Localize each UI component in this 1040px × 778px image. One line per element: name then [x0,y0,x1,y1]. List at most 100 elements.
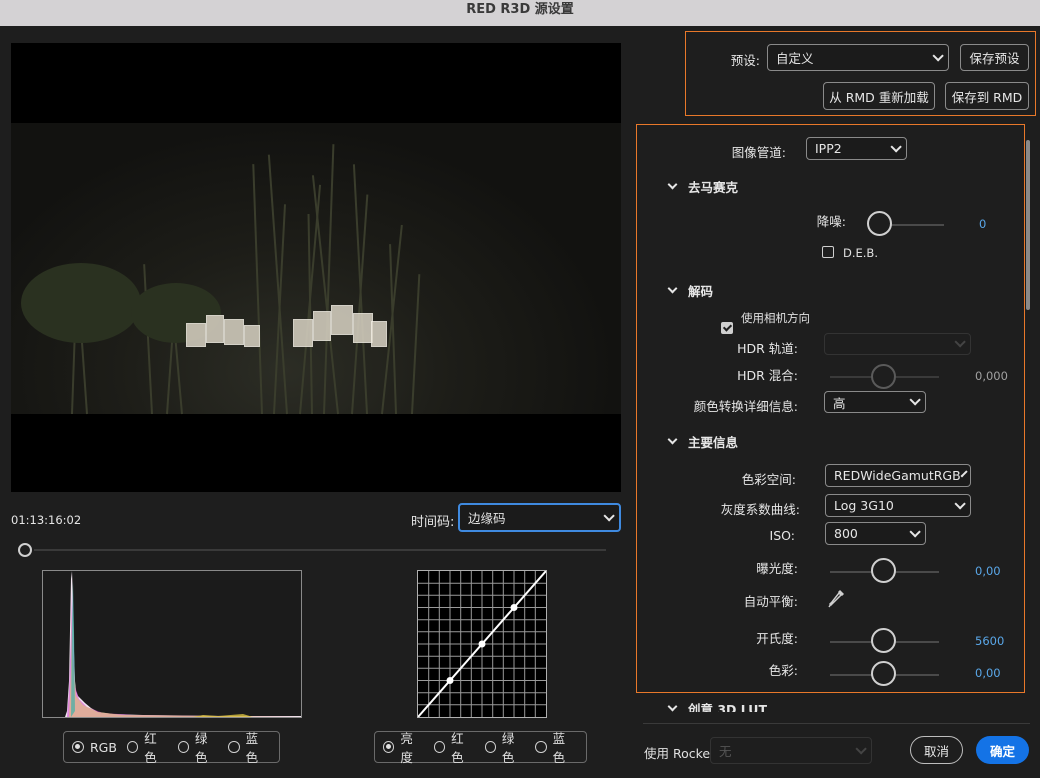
timeline-scrubber-handle[interactable] [18,543,32,557]
camera-orientation-checkbox[interactable] [721,322,733,334]
exposure-slider-handle[interactable] [871,558,896,583]
chevron-down-icon [603,509,615,522]
timecode-mode-label: 时间码: [411,515,455,530]
hdr-track-dropdown[interactable] [824,333,971,355]
auto-balance-label: 自动平衡: [743,594,798,609]
chevron-down-icon [909,394,921,406]
chevron-down-icon [954,497,966,510]
hdr-blend-value: 0,000 [975,369,1008,383]
exposure-value[interactable]: 0,00 [975,564,1001,578]
timecode-mode-value: 边缘码 [468,511,506,526]
rocket-dropdown[interactable]: 无 [710,737,872,764]
curve-channel-luma[interactable]: 亮度 [383,728,424,766]
tint-slider-handle[interactable] [871,661,896,686]
pipeline-value: IPP2 [815,141,842,156]
video-preview [11,43,621,492]
deb-label: D.E.B. [843,246,878,260]
colorspace-label: 色彩空间: [741,472,796,487]
preset-label: 预设: [730,53,760,68]
colorspace-value: REDWideGamutRGB [834,468,961,483]
kelvin-label: 开氏度: [756,631,798,646]
pipeline-dropdown[interactable]: IPP2 [806,137,907,160]
radio-selected-icon [383,741,395,753]
radio-icon [126,741,139,753]
noise-value[interactable]: 0 [979,217,986,231]
exposure-label: 曝光度: [756,561,798,576]
curve-channel-red[interactable]: 红色 [433,728,475,766]
chevron-down-icon [667,179,678,190]
radio-icon [177,741,189,753]
gamma-value: Log 3G10 [834,498,894,513]
histogram-channel-blue[interactable]: 蓝色 [228,728,269,766]
curve-channel-group: 亮度 红色 绿色 蓝色 [374,728,587,766]
histogram-channel-rgb[interactable]: RGB [72,740,117,755]
radio-selected-icon [72,741,84,753]
deb-checkbox[interactable] [822,246,834,258]
iso-label: ISO: [769,528,795,543]
radio-icon [535,741,547,753]
noise-label: 降噪: [816,214,846,229]
gamma-dropdown[interactable]: Log 3G10 [825,494,971,517]
histogram [42,570,302,718]
chevron-down-icon [909,525,921,538]
hdr-track-label: HDR 轨道: [737,341,798,356]
preset-value: 自定义 [776,51,814,66]
reload-from-rmd-button[interactable]: 从 RMD 重新加载 [823,82,935,110]
save-to-rmd-button[interactable]: 保存到 RMD [945,82,1029,110]
color-detail-label: 颜色转换详细信息: [693,399,798,414]
settings-scrollbar[interactable] [1026,140,1030,310]
tint-label: 色彩: [768,663,798,678]
preview-frame [11,123,621,415]
curve-channel-green[interactable]: 绿色 [484,728,526,766]
radio-icon [433,741,446,753]
colorspace-dropdown[interactable]: REDWideGamutRGB [825,464,971,487]
chevron-down-icon [855,742,867,755]
chevron-down-icon [890,140,902,153]
window-title-bar: RED R3D 源设置 [0,0,1040,26]
noise-slider-handle[interactable] [867,211,892,236]
curve-channel-blue[interactable]: 蓝色 [535,728,576,766]
hdr-blend-label: HDR 混合: [737,368,798,383]
rocket-label: 使用 Rocket: [644,746,720,761]
iso-dropdown[interactable]: 800 [825,522,926,545]
hdr-blend-slider-handle[interactable] [871,364,896,389]
camera-orientation-label: 使用相机方向 [741,311,810,325]
tint-value[interactable]: 0,00 [975,666,1001,680]
preset-dropdown[interactable]: 自定义 [767,44,949,71]
eyedropper-icon[interactable] [828,588,846,610]
chevron-down-icon [667,701,678,712]
chevron-down-icon [954,336,966,348]
radio-icon [228,741,240,753]
window-title: RED R3D 源设置 [466,2,574,17]
tone-curve-plot [417,570,547,718]
pipeline-label: 图像管道: [731,145,786,160]
chevron-down-icon [667,434,678,445]
footer-divider [643,723,1030,724]
gamma-label: 灰度系数曲线: [720,502,800,517]
timeline-scrubber-track[interactable] [34,549,606,551]
chevron-down-icon [932,49,944,62]
timecode-mode-dropdown[interactable]: 边缘码 [458,503,621,532]
iso-value: 800 [834,526,858,541]
radio-icon [484,741,496,753]
section-demosaic[interactable]: 去马赛克 [667,177,738,196]
cancel-button[interactable]: 取消 [910,736,963,764]
tone-curve[interactable] [417,570,547,718]
save-preset-button[interactable]: 保存预设 [960,44,1029,71]
current-timecode: 01:13:16:02 [11,513,82,527]
kelvin-slider-handle[interactable] [871,628,896,653]
rocket-value: 无 [719,744,732,759]
histogram-channel-group: RGB 红色 绿色 蓝色 [63,728,280,766]
chevron-down-icon [960,469,968,477]
ok-button[interactable]: 确定 [976,736,1029,764]
section-decode[interactable]: 解码 [667,281,713,300]
color-detail-value: 高 [833,395,846,411]
chevron-down-icon [667,283,678,294]
histogram-channel-red[interactable]: 红色 [126,728,168,766]
panel-clip-edge [636,712,1040,722]
histogram-channel-green[interactable]: 绿色 [177,728,219,766]
histogram-plot [65,571,301,717]
color-detail-dropdown[interactable]: 高 [824,391,926,413]
section-primary[interactable]: 主要信息 [667,432,738,451]
kelvin-value[interactable]: 5600 [975,634,1004,648]
